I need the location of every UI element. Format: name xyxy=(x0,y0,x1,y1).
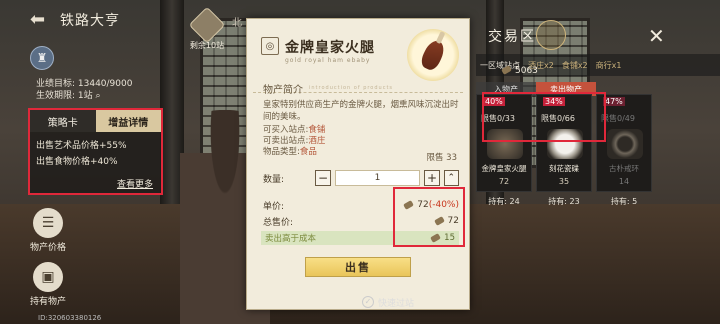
section-title: 物产简介 xyxy=(263,85,303,96)
search-icon[interactable]: ⌕ xyxy=(96,91,101,101)
card-name: 金牌皇家火腿 xyxy=(481,164,527,173)
highlight-box xyxy=(482,92,606,142)
check-icon[interactable]: ✓ xyxy=(362,296,374,308)
card-name: 古朴戒环 xyxy=(609,164,639,173)
quantity-field[interactable]: 1 xyxy=(334,170,421,186)
effect-line: 出售食物价格+40% xyxy=(36,157,118,167)
item-dialog: ◎ 金牌皇家火腿 gold royal ham ebaby 物产简介 intro… xyxy=(246,18,470,310)
quick-pass-label[interactable]: 快速过站 xyxy=(378,296,414,309)
tab-strategy-card[interactable]: 策略卡 xyxy=(30,110,96,132)
user-id: ID:320603380126 xyxy=(38,314,102,322)
card-price: 35 xyxy=(558,177,570,186)
product-prices-button[interactable]: ☰ 物产价格 xyxy=(28,208,68,253)
trade-logo-icon xyxy=(536,20,566,50)
card-price: 14 xyxy=(618,177,630,186)
tab-buff-detail[interactable]: 增益详情 xyxy=(95,110,161,132)
card-name: 刻花瓷碟 xyxy=(549,164,579,173)
section-subtitle: introduction of products xyxy=(309,85,394,91)
page-title: 铁路大亨 xyxy=(60,13,120,29)
close-icon[interactable]: ✕ xyxy=(648,24,665,48)
book-icon: ☰ xyxy=(33,208,63,238)
ham-icon xyxy=(407,29,459,81)
item-name: 金牌皇家火腿 xyxy=(285,40,375,56)
strategy-panel: 策略卡 增益详情 出售艺术品价格+55% 出售食物价格+40% 查看更多 xyxy=(28,108,163,195)
back-arrow-icon[interactable]: ⬅ xyxy=(30,11,52,29)
remaining-stations[interactable]: 剩余10站 xyxy=(188,6,226,51)
quantity-stepper: 数量: − 1 + ⌃ xyxy=(263,167,459,189)
hold-count: 持有: 24 xyxy=(488,197,520,206)
decrease-button[interactable]: − xyxy=(315,170,331,186)
view-more-link[interactable]: 查看更多 xyxy=(117,177,153,190)
holdings-label: 持有物产 xyxy=(29,297,66,307)
item-subtitle: gold royal ham ebaby xyxy=(285,57,371,64)
quantity-label: 数量: xyxy=(263,174,285,185)
building-icon xyxy=(188,6,226,44)
top-bar: ⬅ 铁路大亨 xyxy=(30,10,120,30)
card-price: 72 xyxy=(498,177,510,186)
hold-count: 持有: 5 xyxy=(610,197,638,206)
business-icon: ♜ xyxy=(30,46,54,70)
header-fragment: 北 xyxy=(232,18,242,29)
validity-text: 生效期限: 1站 ⌕ xyxy=(36,91,101,101)
hold-count: 持有: 23 xyxy=(548,197,580,206)
holdings-row: 持有: 24 持有: 23 持有: 5 xyxy=(476,196,720,207)
ring-icon xyxy=(607,129,643,159)
card-limit: 限售0/49 xyxy=(601,114,635,123)
highlight-box xyxy=(393,187,465,247)
sell-button[interactable]: 出售 xyxy=(305,257,411,277)
money-display: 5063 xyxy=(501,65,538,76)
item-description: 皇家特别供应商生产的金牌火腿，烟熏风味沉淀出时间的美味。 xyxy=(263,100,459,122)
trade-title: 交易区 xyxy=(488,29,536,45)
holdings-button[interactable]: ▣ 持有物产 xyxy=(28,262,68,307)
box-icon: ▣ xyxy=(33,262,63,292)
item-type-row: 物品类型:食品 xyxy=(263,147,317,157)
increase-button[interactable]: + xyxy=(424,170,440,186)
discount-badge: 47% xyxy=(603,97,625,106)
sell-limit: 限售 33 xyxy=(426,153,457,163)
effect-line: 出售艺术品价格+55% xyxy=(36,141,127,151)
product-prices-label: 物产价格 xyxy=(29,243,66,253)
item-category-icon: ◎ xyxy=(261,37,279,55)
max-button[interactable]: ⌃ xyxy=(443,170,459,186)
coin-icon xyxy=(501,65,512,75)
